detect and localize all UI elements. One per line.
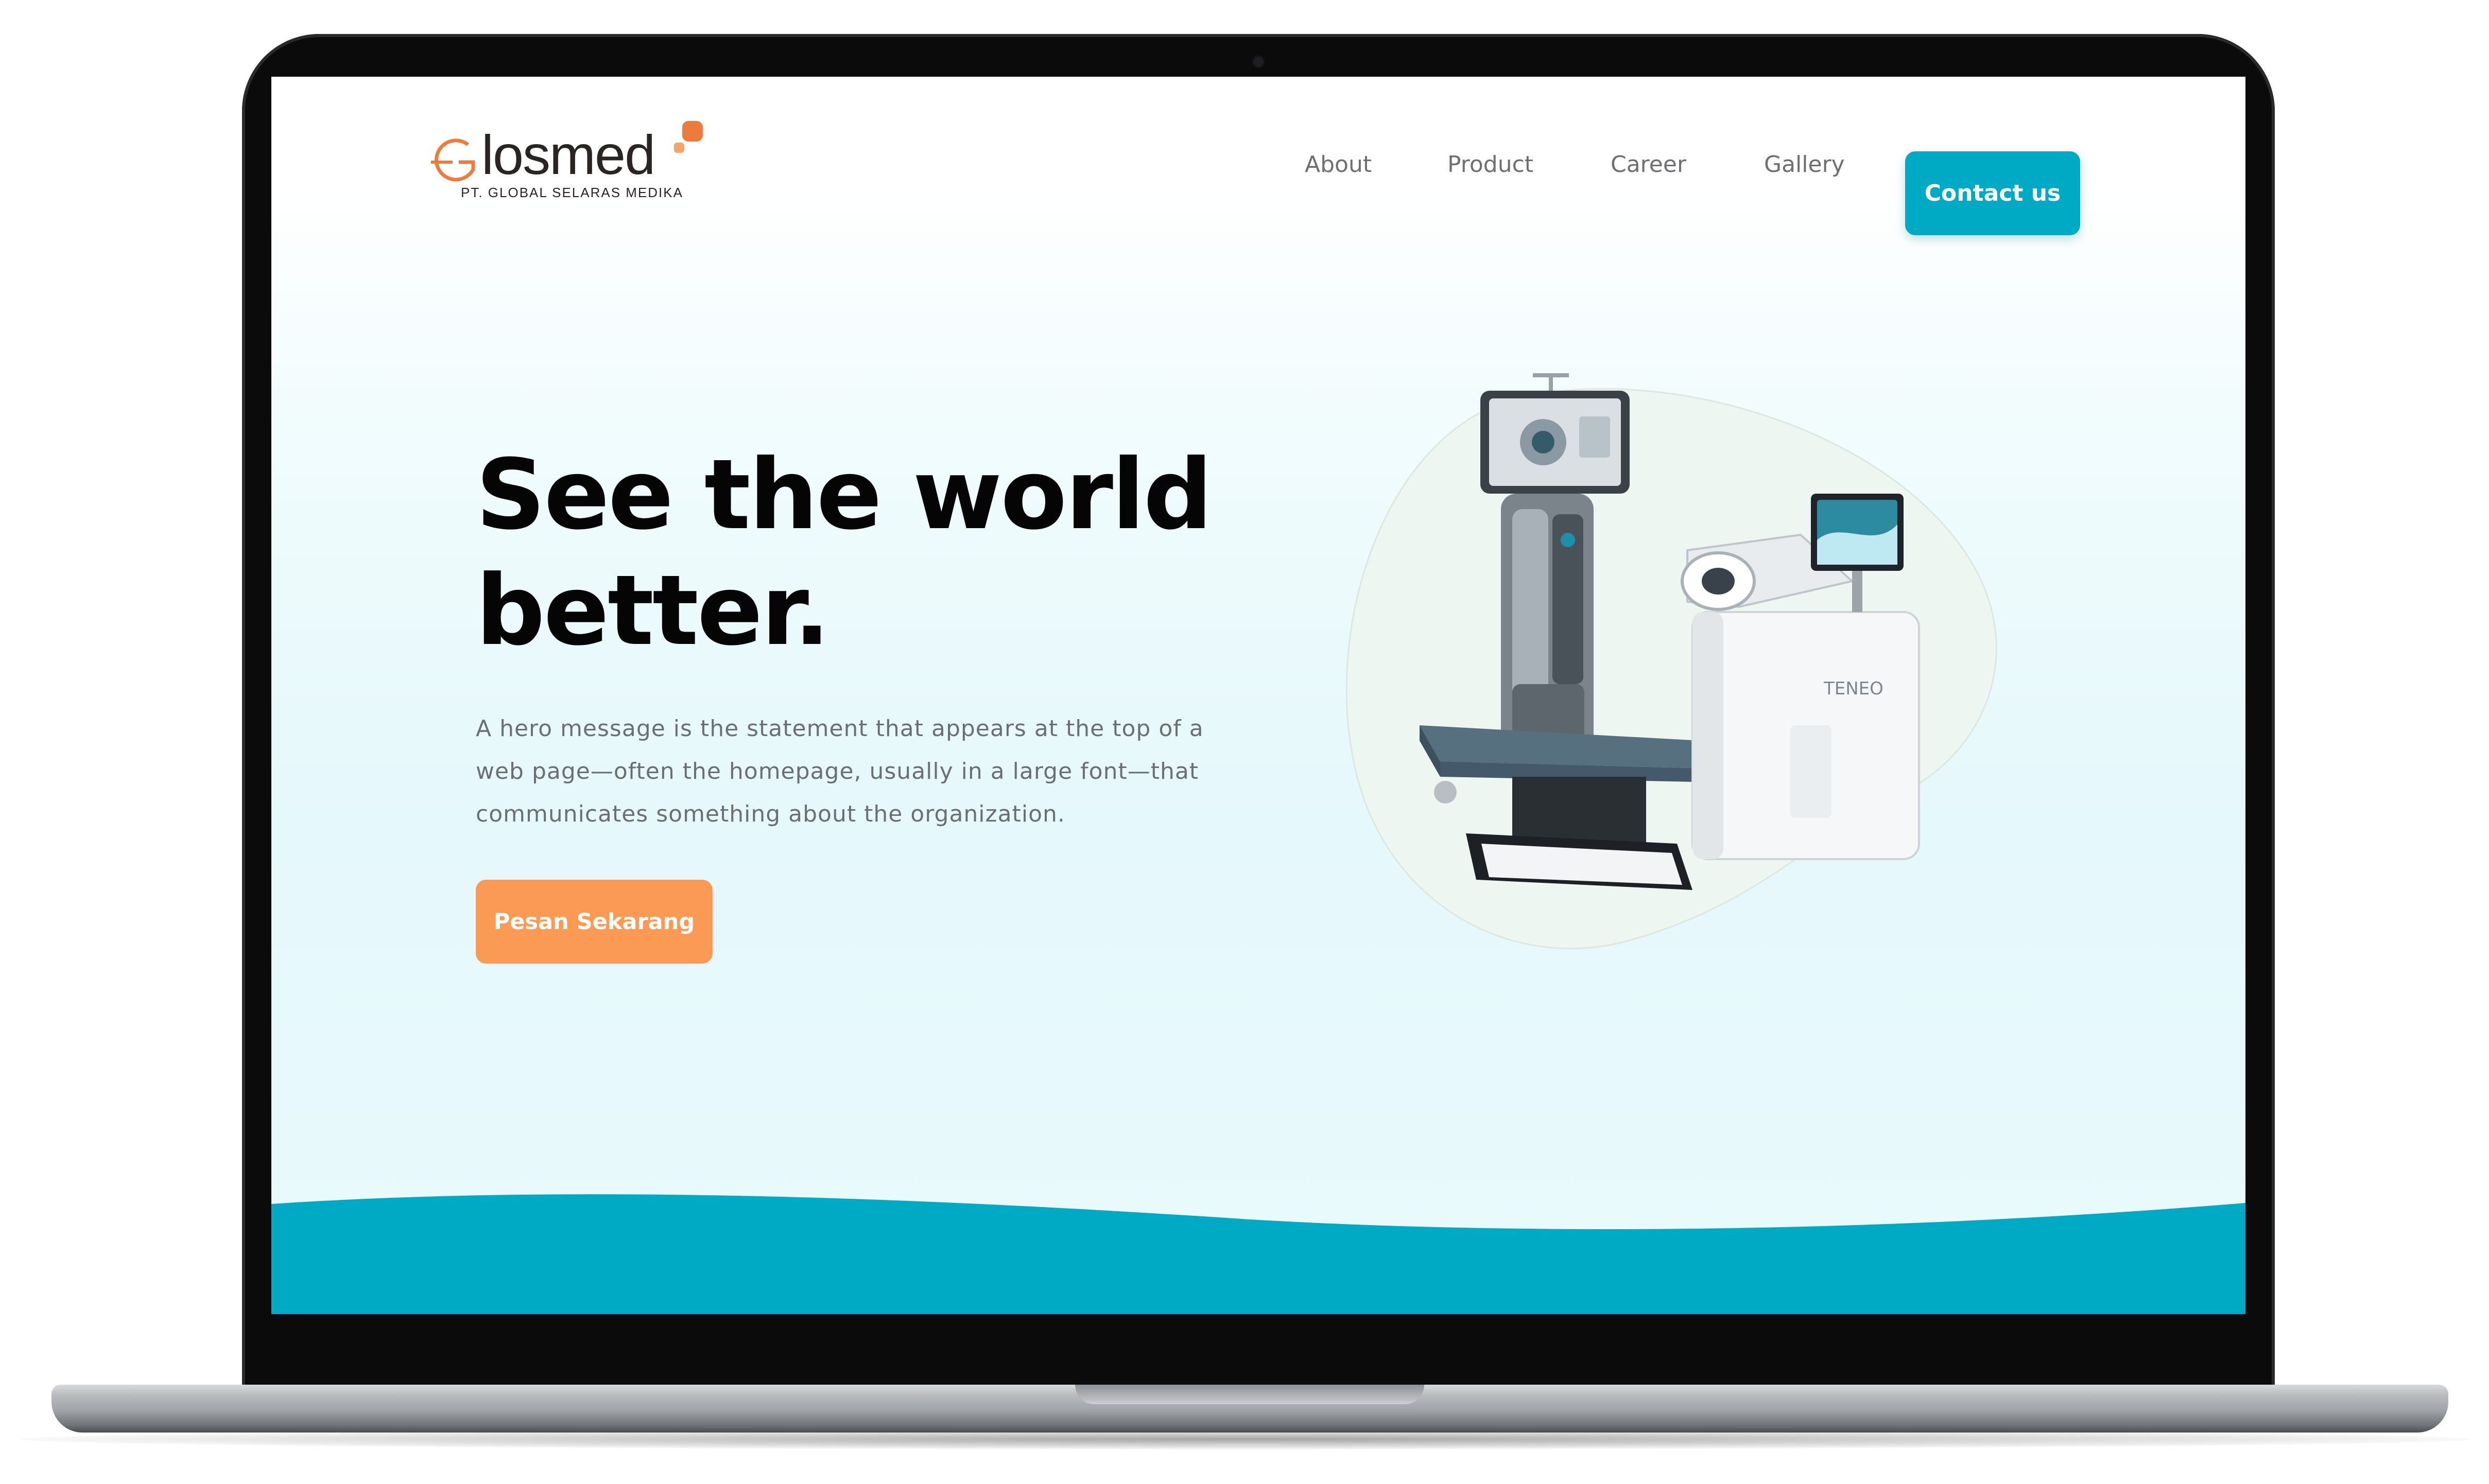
nav-link-product[interactable]: Product xyxy=(1447,151,1533,178)
hero-headline-line-1: See the world xyxy=(476,439,1213,551)
glosmed-logo[interactable]: losmed PT. GLOBAL SELARAS MEDIKA xyxy=(431,118,704,211)
laptop-notch xyxy=(1075,1385,1424,1404)
camera-icon xyxy=(1253,57,1264,67)
hero-description-line-2: web page—often the homepage, usually in … xyxy=(476,758,1199,784)
hero-description: A hero message is the statement that app… xyxy=(476,707,1228,835)
top-navigation: losmed PT. GLOBAL SELARAS MEDIKA About P… xyxy=(271,121,2245,235)
browser-viewport: losmed PT. GLOBAL SELARAS MEDIKA About P… xyxy=(271,77,2245,1314)
hero-description-line-3: communicates something about the organiz… xyxy=(476,801,1065,827)
bottom-wave xyxy=(271,1194,2245,1314)
hero-illustration: TENEO xyxy=(1345,373,1997,950)
logo-dot-large xyxy=(682,121,703,142)
hero-headline-line-2: better. xyxy=(476,554,831,667)
laptop-mockup: losmed PT. GLOBAL SELARAS MEDIKA About P… xyxy=(0,0,2489,1484)
nav-link-career[interactable]: Career xyxy=(1611,151,1686,178)
logo-tagline: PT. GLOBAL SELARAS MEDIKA xyxy=(461,185,683,200)
hero-description-line-1: A hero message is the statement that app… xyxy=(476,715,1204,742)
device-brand-label: TENEO xyxy=(1823,678,1883,699)
pesan-sekarang-button[interactable]: Pesan Sekarang xyxy=(476,880,713,964)
nav-link-about[interactable]: About xyxy=(1305,151,1372,178)
laser-unit-icon: TENEO xyxy=(1681,494,1920,860)
logo-dot-small xyxy=(674,143,684,153)
nav-link-gallery[interactable]: Gallery xyxy=(1764,151,1845,178)
logo-mark-icon xyxy=(431,138,475,182)
logo-wordmark: losmed xyxy=(481,124,655,186)
hero-headline: See the world better. xyxy=(476,437,1213,669)
contact-us-button[interactable]: Contact us xyxy=(1905,151,2080,235)
